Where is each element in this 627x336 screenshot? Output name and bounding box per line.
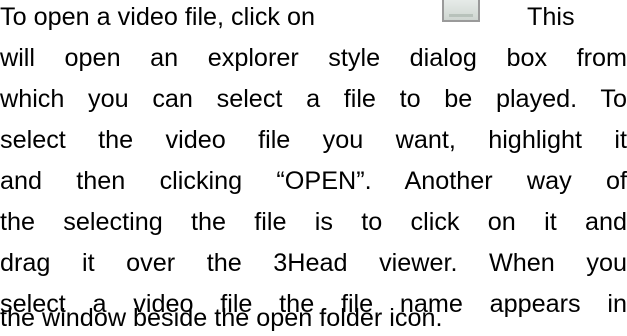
paragraph-line-1-lead: To open a video file, click on <box>0 3 316 31</box>
paragraph-line-7: drag it over the 3Head viewer. When you <box>0 249 627 277</box>
paragraph-line-2: will open an explorer style dialog box f… <box>0 44 627 72</box>
instruction-document: To open a video file, click on This will… <box>0 0 627 336</box>
paragraph-line-1-tail: This <box>527 3 575 31</box>
paragraph-line-9: the window beside the open folder icon. <box>0 304 443 332</box>
open-folder-button-frame <box>442 0 480 22</box>
paragraph-line-3: which you can select a file to be played… <box>0 85 627 113</box>
paragraph-line-5: and then clicking “OPEN”. Another way of <box>0 167 627 195</box>
paragraph-line-4: select the video file you want, highligh… <box>0 126 627 154</box>
paragraph-line-6: the selecting the file is to click on it… <box>0 208 627 236</box>
paragraph-line-1: To open a video file, click on This <box>0 0 627 35</box>
open-folder-icon[interactable] <box>442 0 480 22</box>
